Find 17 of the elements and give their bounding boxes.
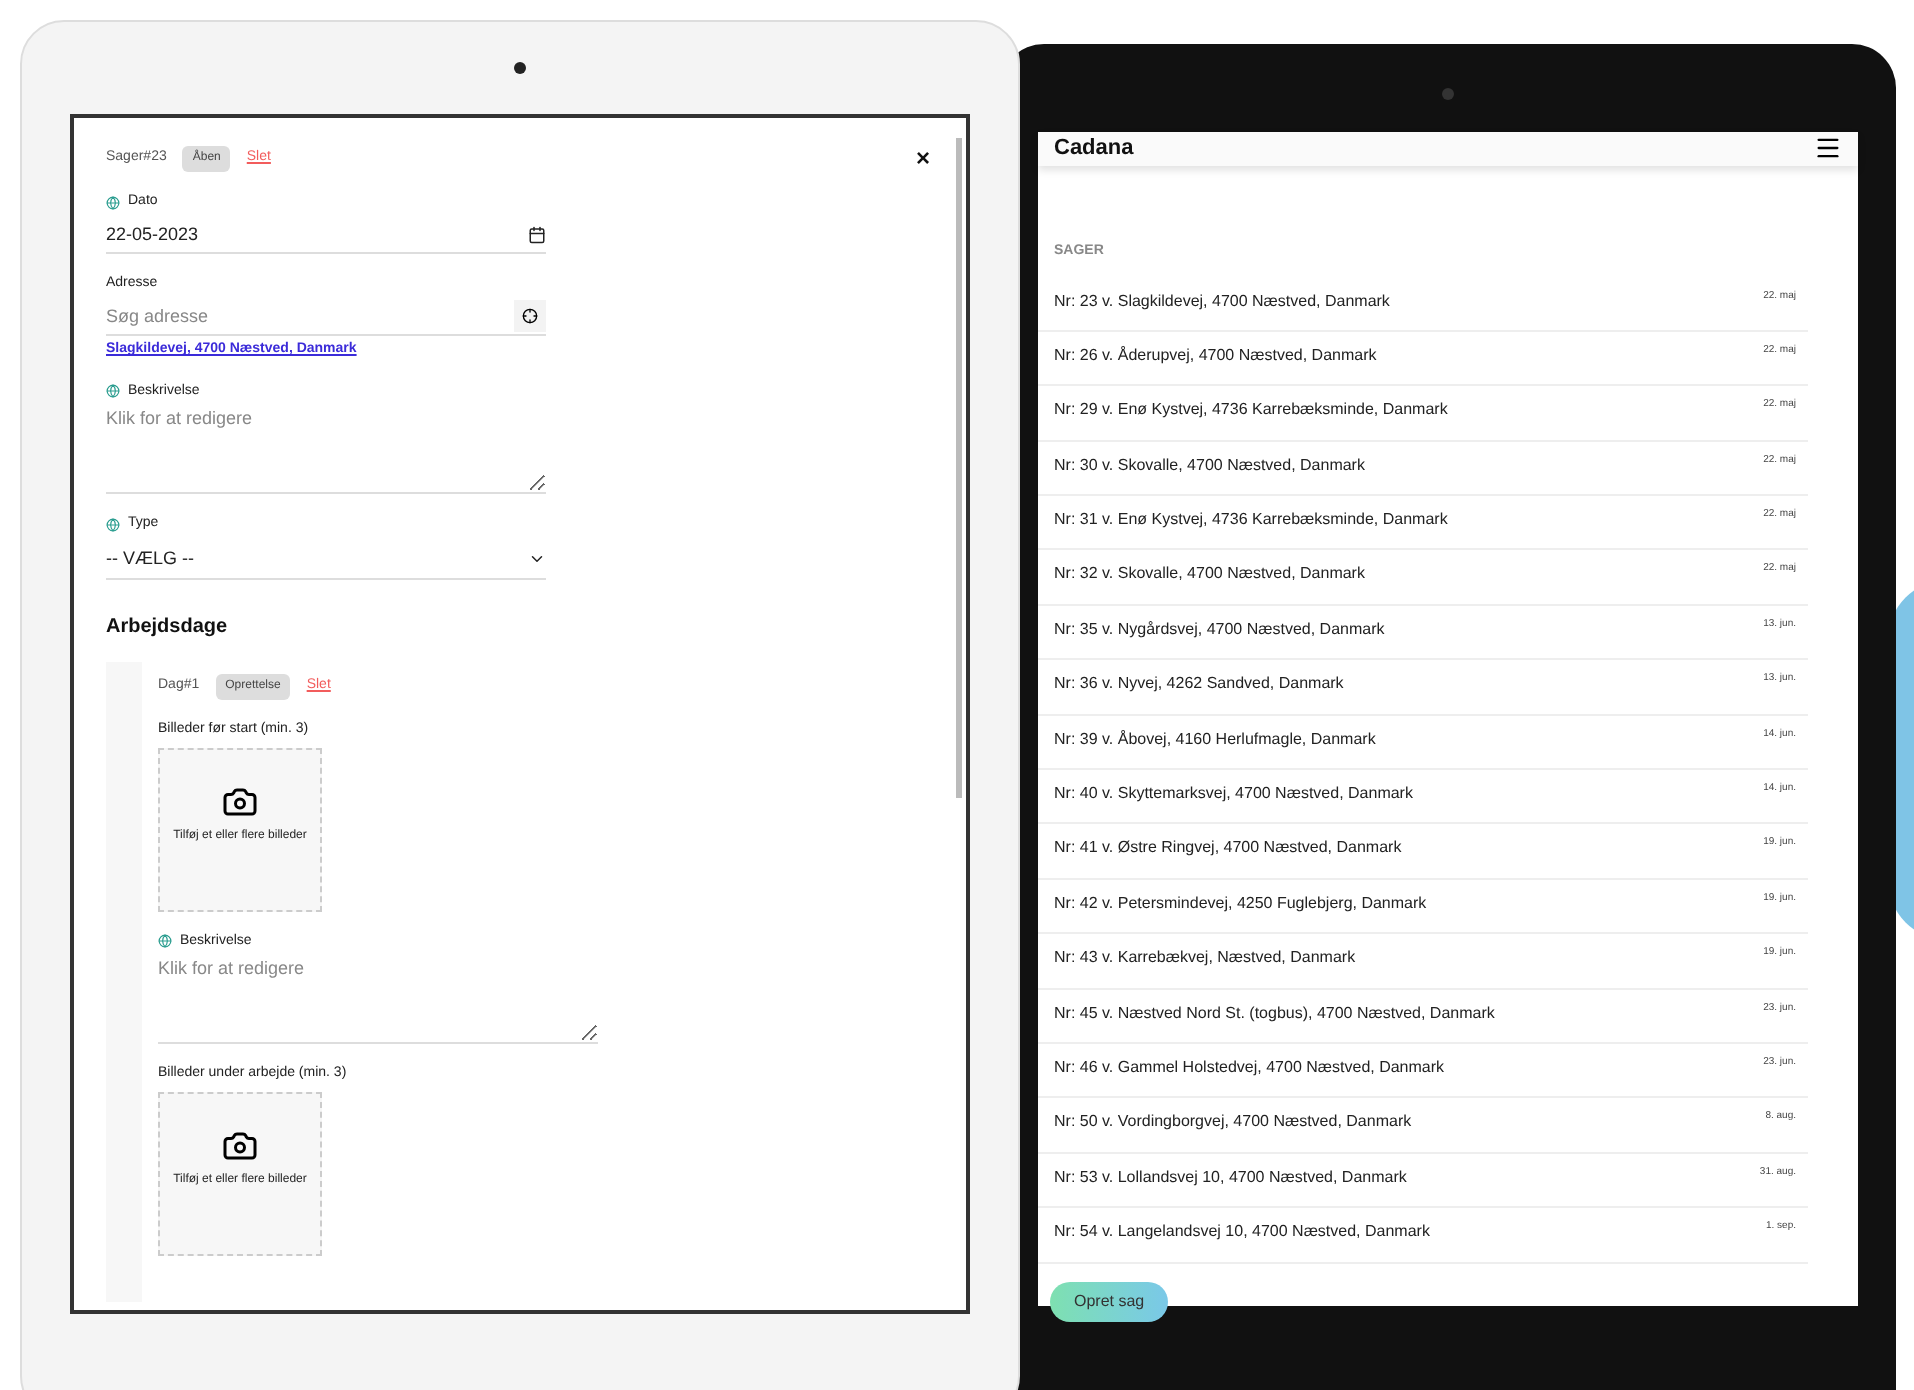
type-select[interactable]: -- VÆLG -- bbox=[106, 539, 546, 580]
globe-icon bbox=[106, 517, 120, 532]
date-field[interactable]: 22-05-2023 bbox=[106, 217, 546, 254]
section-title: Arbejdsdage bbox=[106, 614, 230, 642]
description-field[interactable]: Klik for at redigere bbox=[158, 956, 598, 1044]
camera-icon bbox=[222, 1128, 258, 1164]
menu-icon[interactable] bbox=[1814, 134, 1842, 163]
globe-icon bbox=[106, 195, 120, 210]
globe-icon bbox=[158, 934, 172, 949]
app-title: Cadana bbox=[1054, 134, 1134, 164]
calendar-icon bbox=[528, 225, 546, 244]
description-field[interactable]: Klik for at redigere bbox=[106, 406, 546, 494]
location-icon[interactable] bbox=[522, 308, 538, 325]
globe-icon bbox=[106, 384, 120, 399]
close-button[interactable]: × bbox=[915, 146, 930, 170]
create-case-button[interactable]: Opret sag bbox=[1050, 1281, 1169, 1322]
camera-icon bbox=[222, 784, 258, 820]
